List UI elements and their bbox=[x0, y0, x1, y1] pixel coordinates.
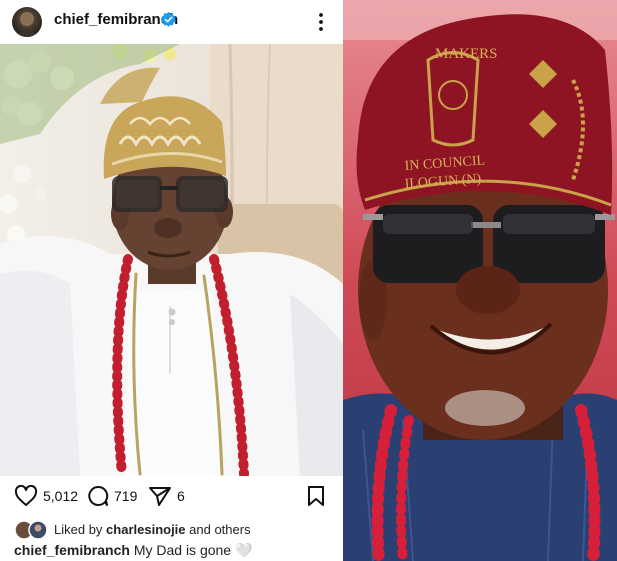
like-action[interactable]: 5,012 bbox=[14, 485, 78, 507]
liked-by-avatars[interactable] bbox=[14, 520, 48, 540]
cap-embroidery-line1: MAKERS bbox=[435, 46, 498, 62]
caption-text: My Dad is gone bbox=[129, 542, 235, 558]
liked-by-user-link[interactable]: charlesinojie bbox=[106, 522, 185, 537]
shares-count: 6 bbox=[177, 488, 185, 504]
post-photo[interactable] bbox=[0, 44, 343, 476]
comment-action[interactable]: 719 bbox=[87, 485, 137, 507]
man-in-red-cap-photo: MAKERS IN COUNCIL ILOGUN (N) bbox=[343, 0, 617, 561]
post-actions-bar: 5,012 719 6 bbox=[0, 476, 343, 516]
liked-by-prefix: Liked by bbox=[54, 522, 107, 537]
elderly-man-photo bbox=[0, 44, 343, 476]
comment-icon[interactable] bbox=[87, 485, 109, 507]
comments-count: 719 bbox=[114, 488, 138, 504]
send-icon[interactable] bbox=[148, 485, 172, 507]
heart-icon[interactable] bbox=[14, 485, 38, 507]
instagram-post-panel: chief_femibranch 5,012 719 6 Liked by ch… bbox=[0, 0, 343, 561]
liked-by-text: Liked by charlesinojie and others bbox=[54, 522, 251, 537]
caption-username[interactable]: chief_femibranch bbox=[14, 542, 130, 558]
liked-by-row: Liked by charlesinojie and others bbox=[14, 520, 334, 540]
likes-count: 5,012 bbox=[43, 488, 79, 504]
white-heart-emoji: 🤍 bbox=[235, 542, 253, 558]
post-caption: chief_femibranch My Dad is gone 🤍 bbox=[14, 542, 252, 559]
post-header: chief_femibranch bbox=[0, 0, 343, 44]
second-photo: MAKERS IN COUNCIL ILOGUN (N) bbox=[343, 0, 617, 561]
share-action[interactable]: 6 bbox=[148, 485, 185, 507]
profile-avatar[interactable] bbox=[12, 7, 42, 37]
verified-badge-icon bbox=[161, 11, 176, 27]
liked-by-suffix: and others bbox=[185, 522, 251, 537]
bookmark-icon[interactable] bbox=[307, 485, 325, 507]
more-options-icon[interactable] bbox=[314, 10, 328, 34]
